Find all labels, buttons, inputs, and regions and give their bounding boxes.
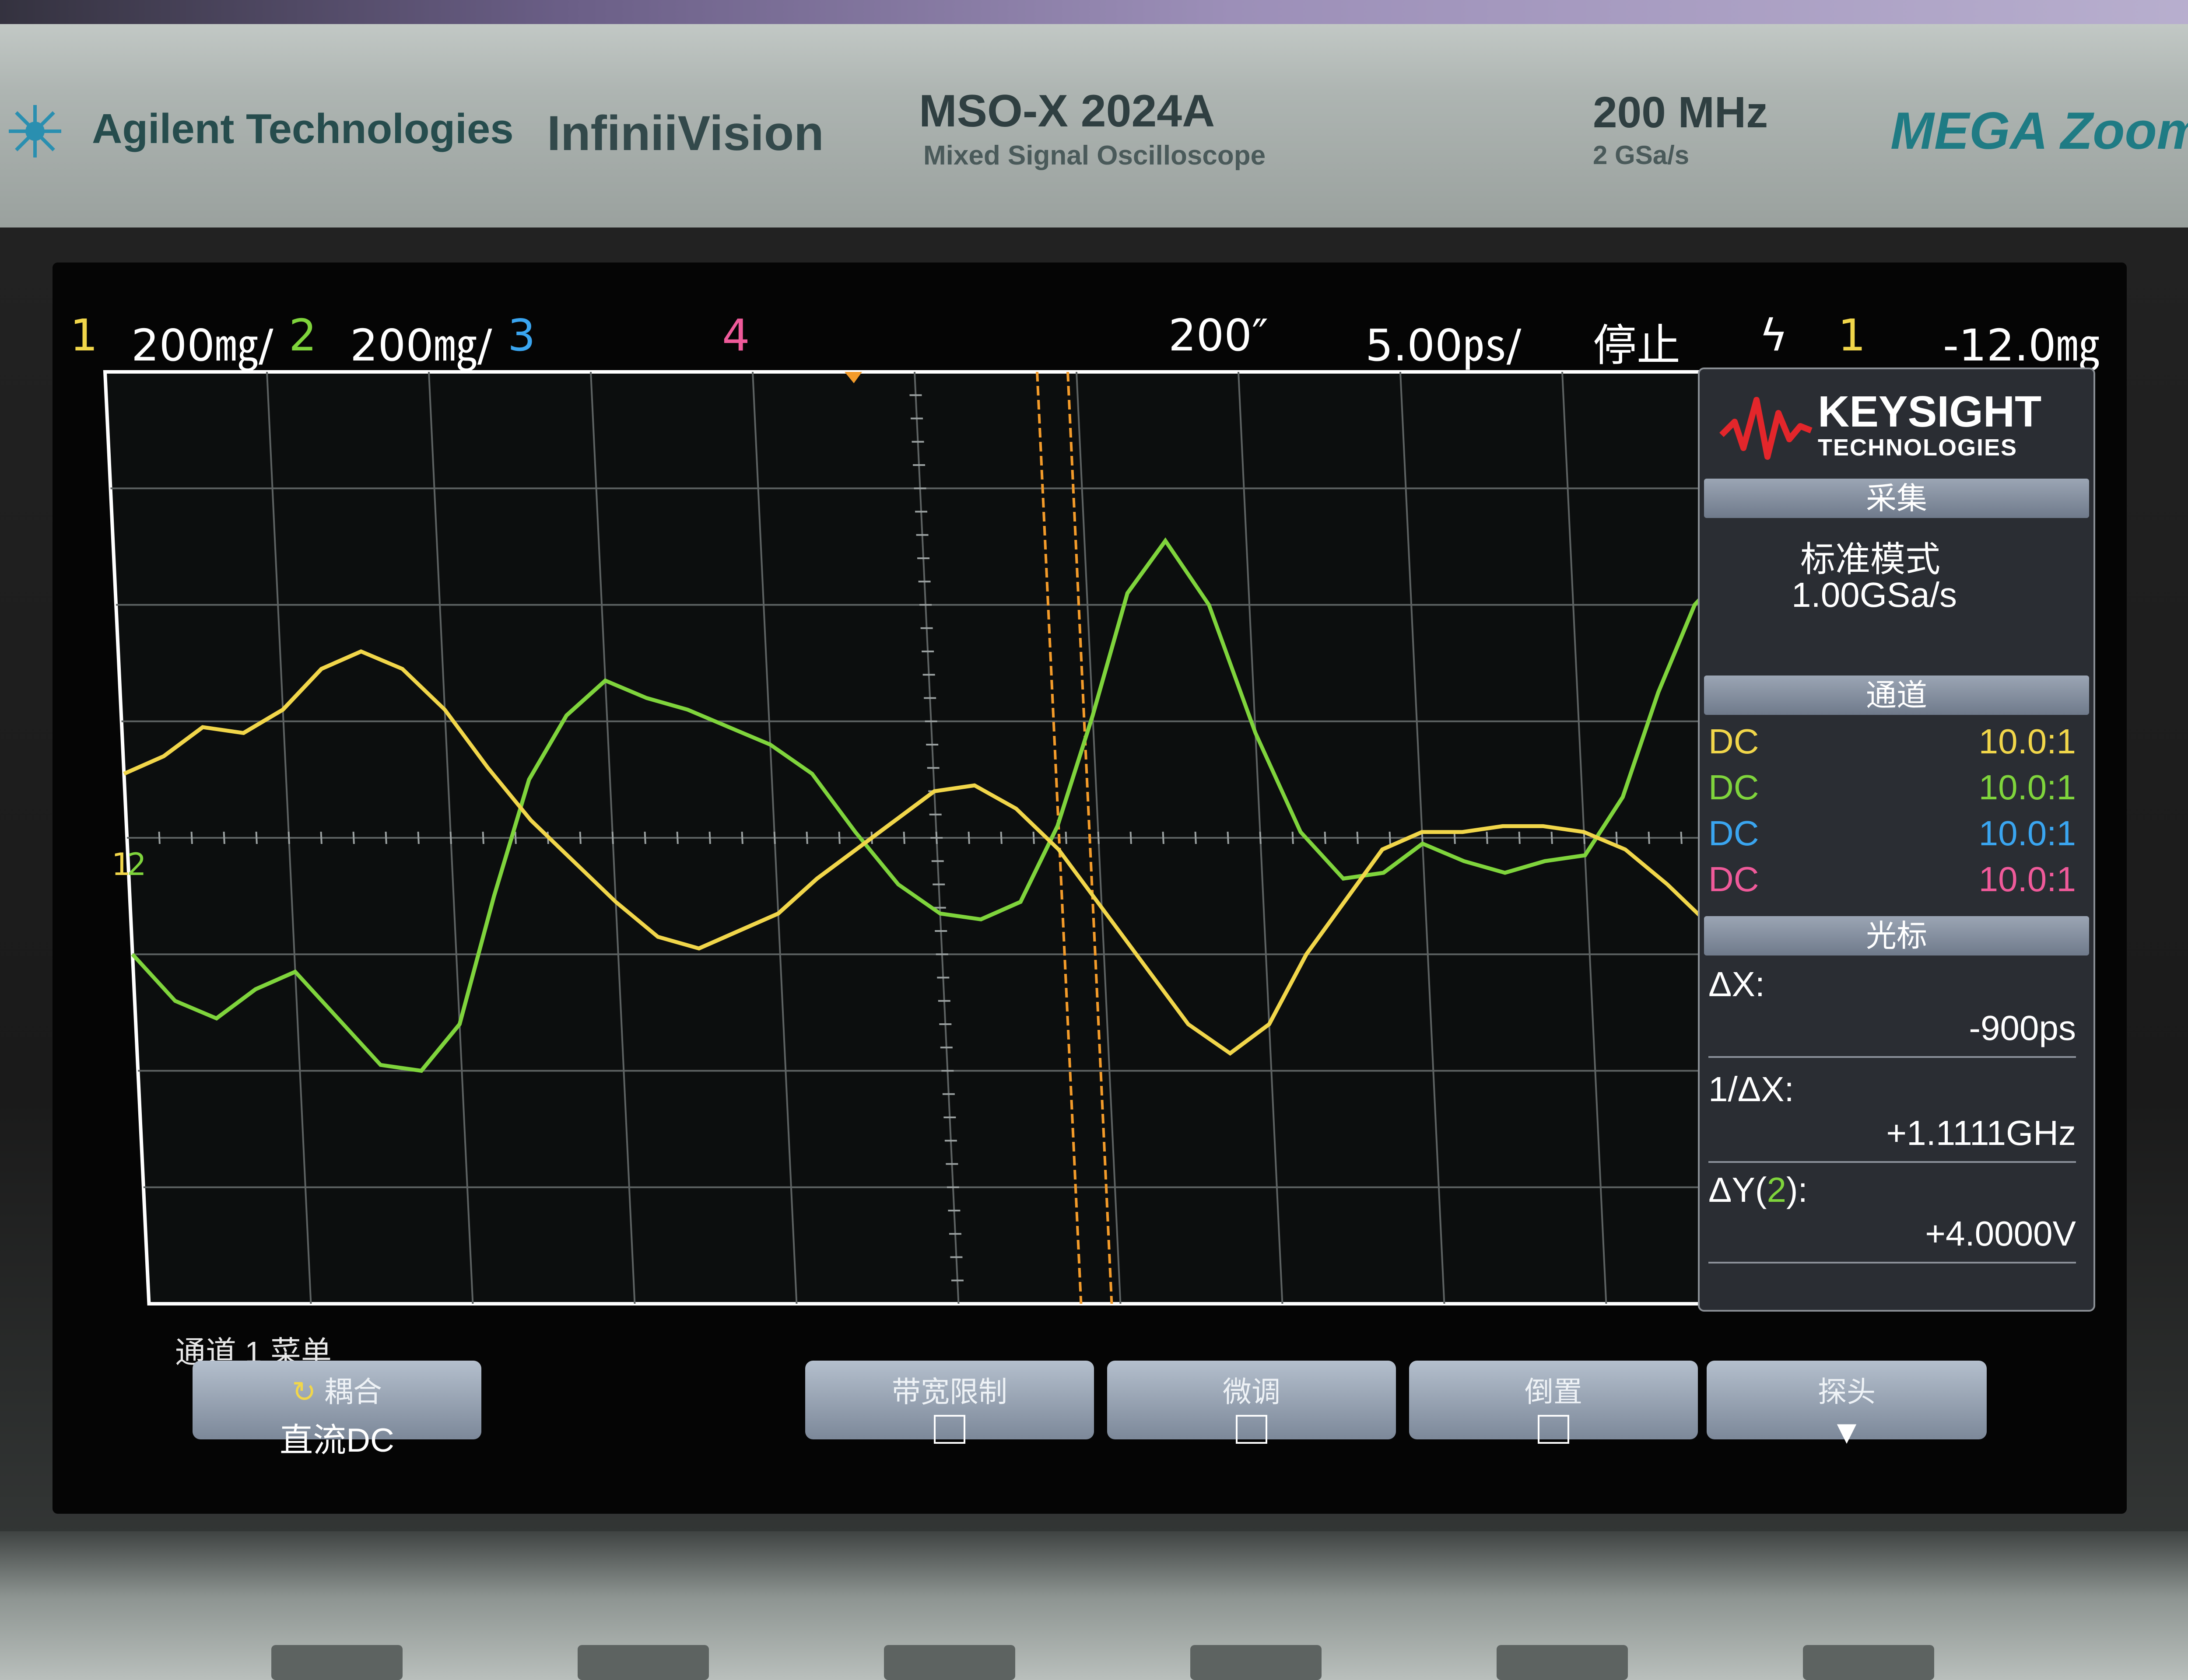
hardware-softkey-button[interactable] [1803, 1645, 1934, 1680]
hardware-softkey-button[interactable] [1497, 1645, 1628, 1680]
divider [1708, 1262, 2076, 1264]
ch2-ground-marker: 2 [127, 847, 147, 882]
center-tick [255, 832, 258, 844]
cursors-section-title: 光标 [1704, 916, 2089, 956]
ch2-coupling: DC [1708, 768, 1759, 807]
hardware-softkey-button[interactable] [271, 1645, 403, 1680]
delta-y-value: +4.0000V [1925, 1214, 2076, 1253]
center-tick [579, 832, 582, 844]
delta-x-label: ΔX: [1708, 965, 1765, 1004]
center-tick [1097, 832, 1100, 844]
center-tick [1162, 832, 1164, 844]
keysight-logo-subtext: TECHNOLOGIES [1818, 434, 2018, 461]
center-tick [482, 832, 484, 844]
ch3-coupling: DC [1708, 814, 1759, 853]
center-tick [1615, 832, 1618, 844]
keysight-logo-text: KEYSIGHT [1818, 387, 2042, 436]
ch1-coupling: DC [1708, 722, 1759, 761]
softkey-fine[interactable]: 微调 [1107, 1361, 1396, 1444]
center-tick [320, 832, 323, 844]
softkey-bandwidth-limit-title: 带宽限制 [892, 1376, 1007, 1408]
ch4-coupling: DC [1708, 860, 1759, 899]
inverse-delta-x-label: 1/ΔX: [1708, 1070, 1794, 1109]
softkey-bandwidth-limit[interactable]: 带宽限制 [805, 1361, 1094, 1444]
graticule [103, 370, 1770, 1306]
center-tick [741, 832, 743, 844]
hardware-softkey-button[interactable] [1190, 1645, 1322, 1680]
invert-checkbox[interactable] [1538, 1415, 1569, 1444]
channels-section-title: 通道 [1704, 676, 2089, 715]
info-side-panel: KEYSIGHT TECHNOLOGIES 采集 标准模式 1.00GSa/s … [1698, 368, 2095, 1312]
softkey-fine-title: 微调 [1223, 1376, 1280, 1408]
softkey-coupling-value: 直流DC [280, 1422, 394, 1459]
center-tick [1259, 832, 1262, 844]
ch4-probe-ratio: 10.0:1 [1978, 860, 2076, 899]
ch1-probe-ratio: 10.0:1 [1978, 722, 2076, 761]
softkey-coupling[interactable]: ↻ 耦合 直流DC [193, 1361, 481, 1459]
center-tick [1518, 832, 1521, 844]
center-tick [1356, 832, 1359, 844]
center-tick [676, 832, 679, 844]
rotate-knob-icon: ↻ [292, 1376, 316, 1408]
bandwidth-limit-checkbox[interactable] [934, 1415, 965, 1444]
divider [1708, 1056, 2076, 1058]
hardware-softkey-button[interactable] [884, 1645, 1015, 1680]
softkey-invert-title: 倒置 [1525, 1376, 1582, 1408]
delta-y-label: ΔY(2): [1708, 1170, 1808, 1209]
center-tick [417, 832, 420, 844]
hardware-softkey-button[interactable] [578, 1645, 709, 1680]
center-tick [1680, 832, 1683, 844]
ch2-probe-ratio: 10.0:1 [1978, 768, 2076, 807]
center-tick [158, 832, 161, 844]
acquire-rate: 1.00GSa/s [1792, 575, 1957, 614]
acquire-section-title: 采集 [1704, 479, 2089, 518]
center-tick [838, 832, 841, 844]
acquire-mode: 标准模式 [1800, 540, 1940, 579]
fine-checkbox[interactable] [1236, 1415, 1267, 1444]
divider [1708, 1161, 2076, 1163]
center-tick [514, 832, 517, 844]
center-tick [903, 832, 905, 844]
submenu-arrow-down-icon: ▼ [1830, 1414, 1863, 1451]
ch3-probe-ratio: 10.0:1 [1978, 814, 2076, 853]
softkey-coupling-title: ↻ 耦合 [292, 1376, 382, 1408]
softkey-probe-title: 探头 [1818, 1376, 1876, 1408]
inverse-delta-x-value: +1.1111GHz [1886, 1113, 2076, 1152]
softkey-probe[interactable]: 探头 ▼ [1707, 1361, 1987, 1451]
center-tick [1000, 832, 1003, 844]
softkey-invert[interactable]: 倒置 [1409, 1361, 1698, 1444]
delta-x-value: -900ps [1969, 1008, 2076, 1047]
